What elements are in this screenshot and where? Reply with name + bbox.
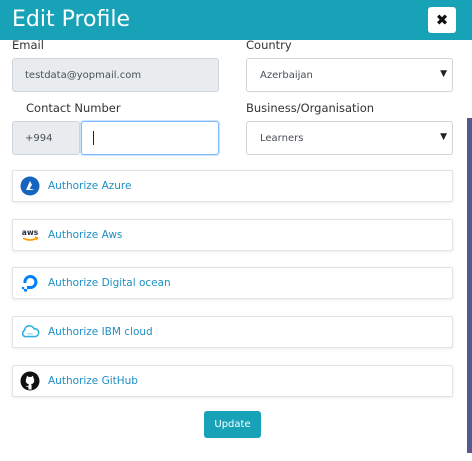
update-button[interactable]: Update <box>204 411 261 438</box>
aws-icon: aws <box>20 225 40 245</box>
chevron-down-icon: ▼ <box>440 132 447 142</box>
modal-title: Edit Profile <box>12 7 131 32</box>
authorize-azure-button[interactable]: Authorize Azure <box>12 170 453 202</box>
email-value: testdata@yopmail.com <box>25 69 142 81</box>
contact-label: Contact Number <box>26 101 121 115</box>
text-cursor <box>93 131 94 145</box>
azure-icon <box>20 176 40 196</box>
country-select[interactable]: Azerbaijan ▼ <box>246 58 453 92</box>
svg-text:aws: aws <box>22 228 39 237</box>
authorize-digital-ocean-label: Authorize Digital ocean <box>48 277 171 289</box>
country-label: Country <box>246 38 292 52</box>
authorize-aws-label: Authorize Aws <box>48 229 123 241</box>
digital-ocean-icon <box>20 273 40 293</box>
business-value: Learners <box>260 132 304 144</box>
business-select[interactable]: Learners ▼ <box>246 121 453 155</box>
authorize-ibm-cloud-button[interactable]: Authorize IBM cloud <box>12 316 453 348</box>
country-value: Azerbaijan <box>260 69 313 81</box>
authorize-aws-button[interactable]: aws Authorize Aws <box>12 219 453 251</box>
close-icon: ✖ <box>435 11 449 29</box>
close-button[interactable]: ✖ <box>428 7 456 33</box>
email-label: Email <box>12 38 44 52</box>
scrollbar[interactable] <box>467 118 472 453</box>
contact-number-input[interactable] <box>81 121 219 155</box>
authorize-github-label: Authorize GitHub <box>48 375 138 387</box>
ibm-cloud-icon <box>20 322 40 342</box>
country-code-field: +994 <box>12 121 80 155</box>
chevron-down-icon: ▼ <box>440 69 447 79</box>
email-field[interactable]: testdata@yopmail.com <box>12 58 219 92</box>
authorize-github-button[interactable]: Authorize GitHub <box>12 365 453 397</box>
business-label: Business/Organisation <box>246 101 375 115</box>
authorize-ibm-cloud-label: Authorize IBM cloud <box>48 326 153 338</box>
country-code: +994 <box>25 132 53 144</box>
github-icon <box>20 371 40 391</box>
modal-header: Edit Profile ✖ <box>0 0 472 40</box>
authorize-azure-label: Authorize Azure <box>48 180 132 192</box>
authorize-digital-ocean-button[interactable]: Authorize Digital ocean <box>12 267 453 299</box>
